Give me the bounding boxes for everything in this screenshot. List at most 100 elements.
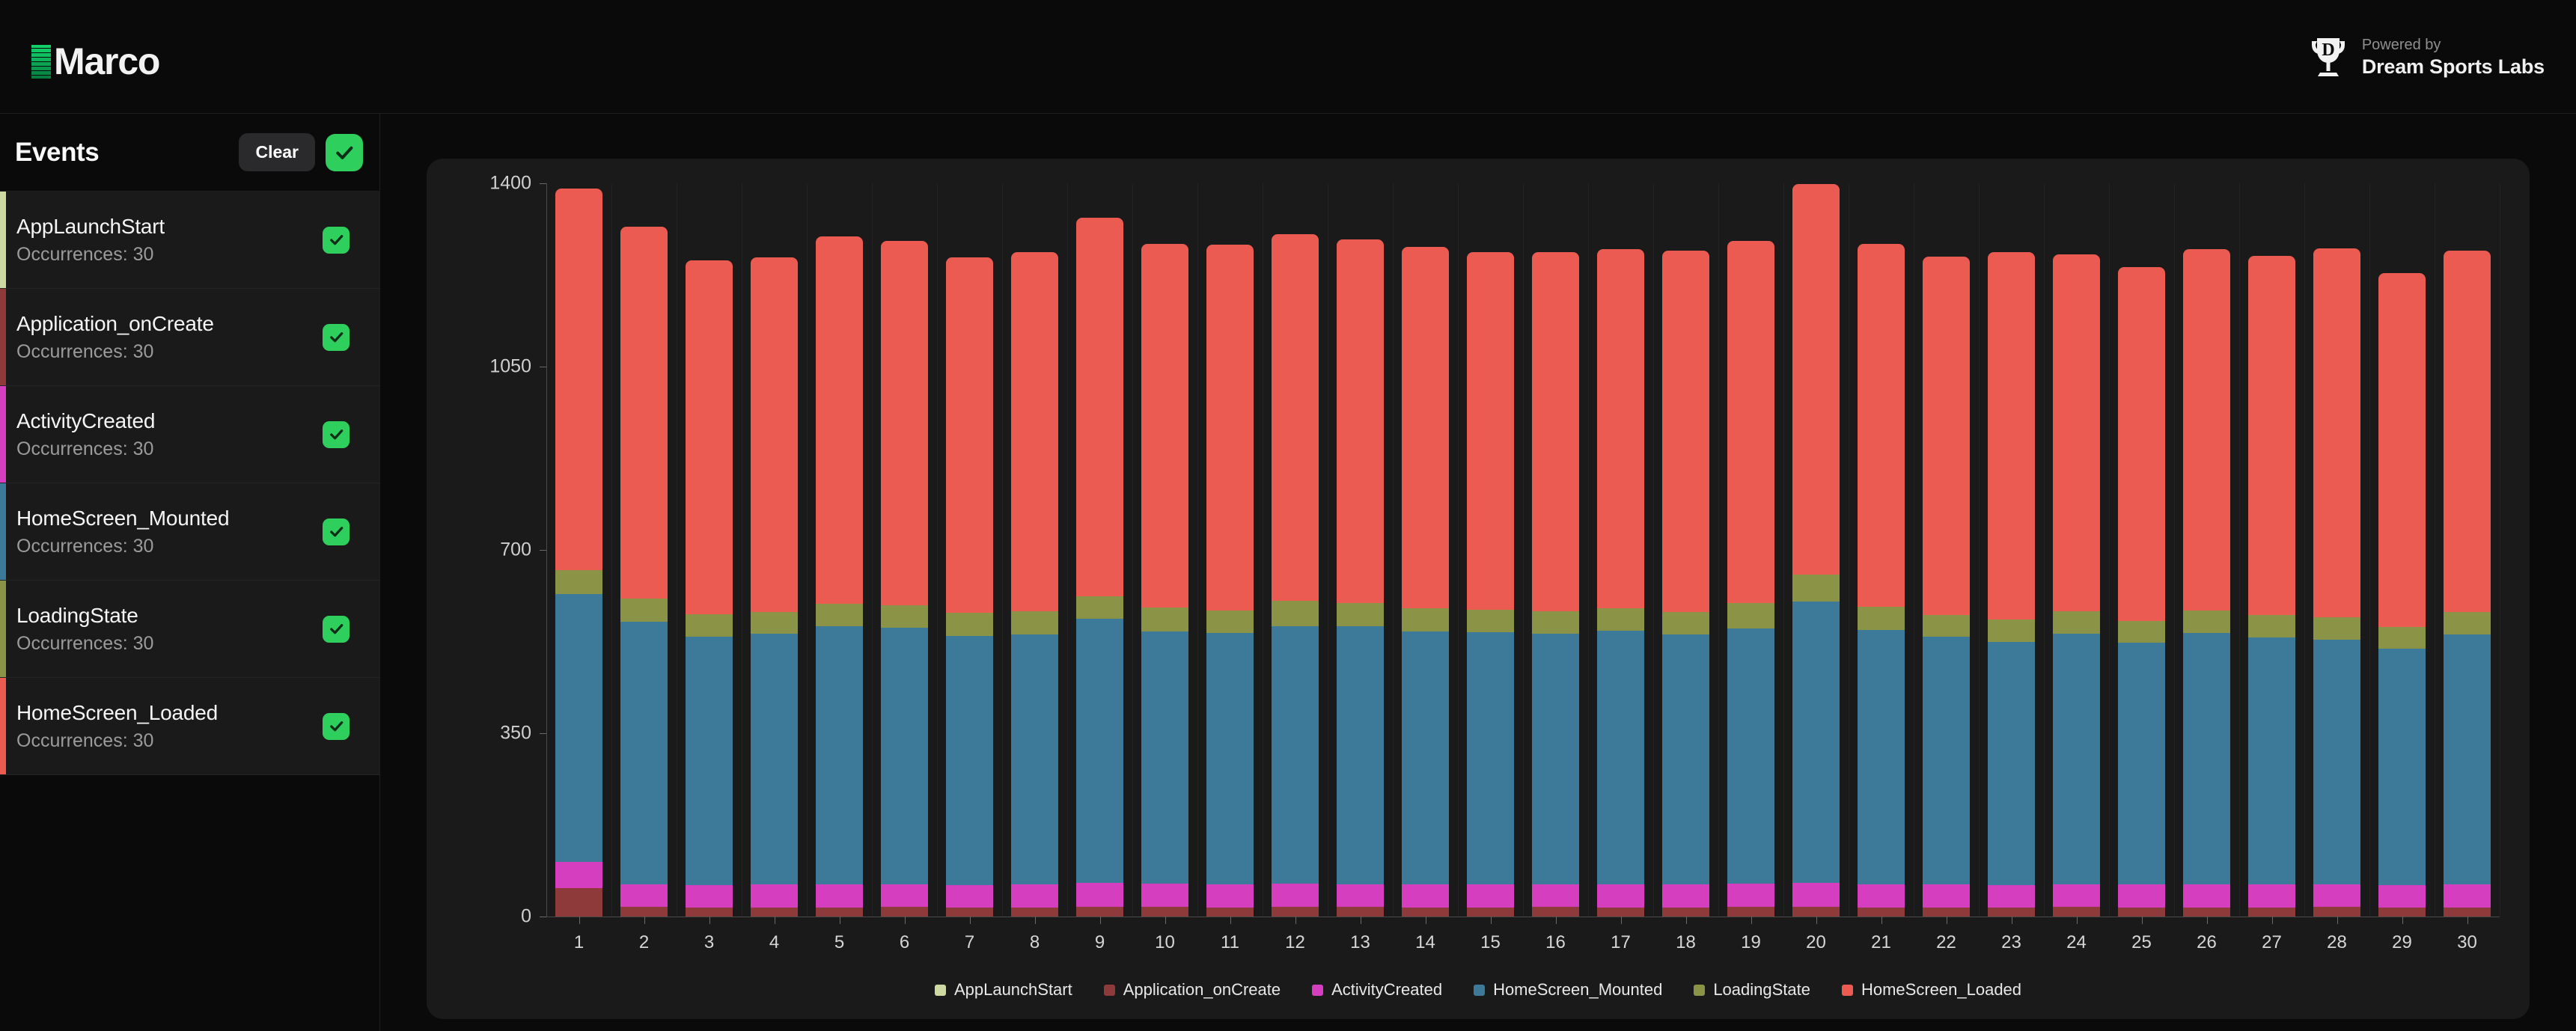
chart-bar[interactable] xyxy=(620,227,668,917)
legend-label: AppLaunchStart xyxy=(953,980,1072,999)
chart-bar[interactable] xyxy=(555,189,603,917)
clear-button[interactable]: Clear xyxy=(239,133,315,171)
chart-bar[interactable] xyxy=(1727,241,1775,917)
legend-item[interactable]: LoadingState xyxy=(1694,980,1810,1000)
chart-bar[interactable] xyxy=(2247,255,2296,917)
chart-plot-area xyxy=(546,183,2500,917)
chart-bar-segment xyxy=(815,236,864,605)
event-list-item[interactable]: HomeScreen_Loaded Occurrences: 30 xyxy=(0,678,379,775)
chart-bar[interactable] xyxy=(1271,233,1319,917)
chart-bar[interactable] xyxy=(1141,243,1189,917)
x-axis-tick xyxy=(2206,917,2208,924)
event-checkbox[interactable] xyxy=(323,226,350,254)
legend-item[interactable]: HomeScreen_Loaded xyxy=(1841,980,2021,1000)
chart-bar[interactable] xyxy=(750,257,799,917)
legend-label: Application_onCreate xyxy=(1123,980,1281,999)
chart-bar[interactable] xyxy=(2378,273,2426,917)
powered-by-block: D Powered by Dream Sports Labs xyxy=(2308,35,2545,79)
y-axis-tick-label: 1050 xyxy=(489,355,531,377)
chart-bar[interactable] xyxy=(1401,246,1450,917)
event-name: Application_onCreate xyxy=(16,311,214,335)
chart-bar[interactable] xyxy=(1075,218,1124,917)
chart-bar[interactable] xyxy=(1987,252,2036,917)
chart-bar[interactable] xyxy=(2182,248,2231,917)
select-all-checkbox[interactable] xyxy=(326,133,363,171)
chart-bar[interactable] xyxy=(1531,251,1580,917)
chart-bar-segment xyxy=(1466,252,1515,610)
chart-bar-segment xyxy=(880,907,929,917)
chart-bar-segment xyxy=(1531,907,1580,917)
event-checkbox[interactable] xyxy=(323,420,350,448)
chart-bar-segment xyxy=(685,908,733,917)
event-list-item[interactable]: ActivityCreated Occurrences: 30 xyxy=(0,386,379,483)
chart-bar-segment xyxy=(1596,630,1645,884)
chart-bar[interactable] xyxy=(2313,248,2361,917)
chart-bar-segment xyxy=(945,635,994,886)
chart-gridline xyxy=(872,183,873,917)
chart-bar-segment xyxy=(750,884,799,908)
chart-bar-segment xyxy=(1792,882,1840,908)
event-checkbox[interactable] xyxy=(323,712,350,740)
chart-bar[interactable] xyxy=(1922,257,1971,917)
check-icon xyxy=(336,146,353,159)
chart-bar[interactable] xyxy=(1010,251,1059,917)
event-list-item[interactable]: Application_onCreate Occurrences: 30 xyxy=(0,289,379,386)
x-axis-tick xyxy=(1685,917,1687,924)
chart-bar[interactable] xyxy=(1857,244,1905,917)
chart-bar-segment xyxy=(2117,884,2166,908)
trophy-icon: D xyxy=(2311,37,2345,76)
chart-gridline xyxy=(1132,183,1133,917)
chart-bar-segment xyxy=(1010,611,1059,634)
x-axis-tick xyxy=(1295,917,1296,924)
event-checkbox[interactable] xyxy=(323,615,350,643)
chart-bar-segment xyxy=(1206,884,1254,908)
event-name: HomeScreen_Loaded xyxy=(16,700,219,724)
chart-bar[interactable] xyxy=(880,241,929,917)
chart-bar[interactable] xyxy=(1466,252,1515,917)
legend-color-swatch xyxy=(1841,984,1853,996)
legend-item[interactable]: Application_onCreate xyxy=(1103,980,1281,1000)
event-checkbox[interactable] xyxy=(323,518,350,545)
legend-item[interactable]: ActivityCreated xyxy=(1312,980,1442,1000)
chart-bar-segment xyxy=(1336,602,1385,626)
chart-bar[interactable] xyxy=(1336,239,1385,917)
chart-bar-segment xyxy=(1401,631,1450,884)
chart-bar-segment xyxy=(1075,596,1124,619)
chart-bar-segment xyxy=(1010,634,1059,885)
legend-item[interactable]: HomeScreen_Mounted xyxy=(1474,980,1662,1000)
x-axis-tick xyxy=(1751,917,1752,924)
chart-bar-segment xyxy=(1271,907,1319,917)
chart-bar[interactable] xyxy=(1661,250,1710,917)
chart-gridline xyxy=(1653,183,1654,917)
chart-bar[interactable] xyxy=(2052,254,2101,917)
chart-bar[interactable] xyxy=(2117,267,2166,917)
chart-bar[interactable] xyxy=(945,257,994,917)
event-list-item[interactable]: LoadingState Occurrences: 30 xyxy=(0,581,379,678)
chart-bar-segment xyxy=(1987,641,2036,886)
chart-bar[interactable] xyxy=(685,260,733,917)
chart-bar[interactable] xyxy=(1596,248,1645,917)
event-list-item[interactable]: AppLaunchStart Occurrences: 30 xyxy=(0,192,379,289)
chart-bar-segment xyxy=(1336,239,1385,603)
chart-bar-segment xyxy=(2443,611,2491,634)
event-name: LoadingState xyxy=(16,603,138,627)
chart-bar-segment xyxy=(2117,267,2166,621)
chart-bar-segment xyxy=(2443,884,2491,908)
chart-bar-segment xyxy=(1531,611,1580,634)
chart-bar-segment xyxy=(945,257,994,614)
chart-bar-segment xyxy=(620,599,668,622)
chart-bar[interactable] xyxy=(815,236,864,917)
chart-bar[interactable] xyxy=(1792,183,1840,917)
event-color-accent xyxy=(0,289,6,385)
chart-bar[interactable] xyxy=(1206,244,1254,917)
chart-bar-segment xyxy=(620,907,668,917)
event-list-item[interactable]: HomeScreen_Mounted Occurrences: 30 xyxy=(0,483,379,581)
chart-bar[interactable] xyxy=(2443,250,2491,917)
x-axis-tick xyxy=(1490,917,1492,924)
x-axis-tick xyxy=(2402,917,2403,924)
legend-item[interactable]: AppLaunchStart xyxy=(934,980,1072,1000)
chart-gridline xyxy=(1197,183,1198,917)
chart-gridline xyxy=(2174,183,2175,917)
event-checkbox[interactable] xyxy=(323,323,350,351)
chart-bar-segment xyxy=(1727,907,1775,917)
